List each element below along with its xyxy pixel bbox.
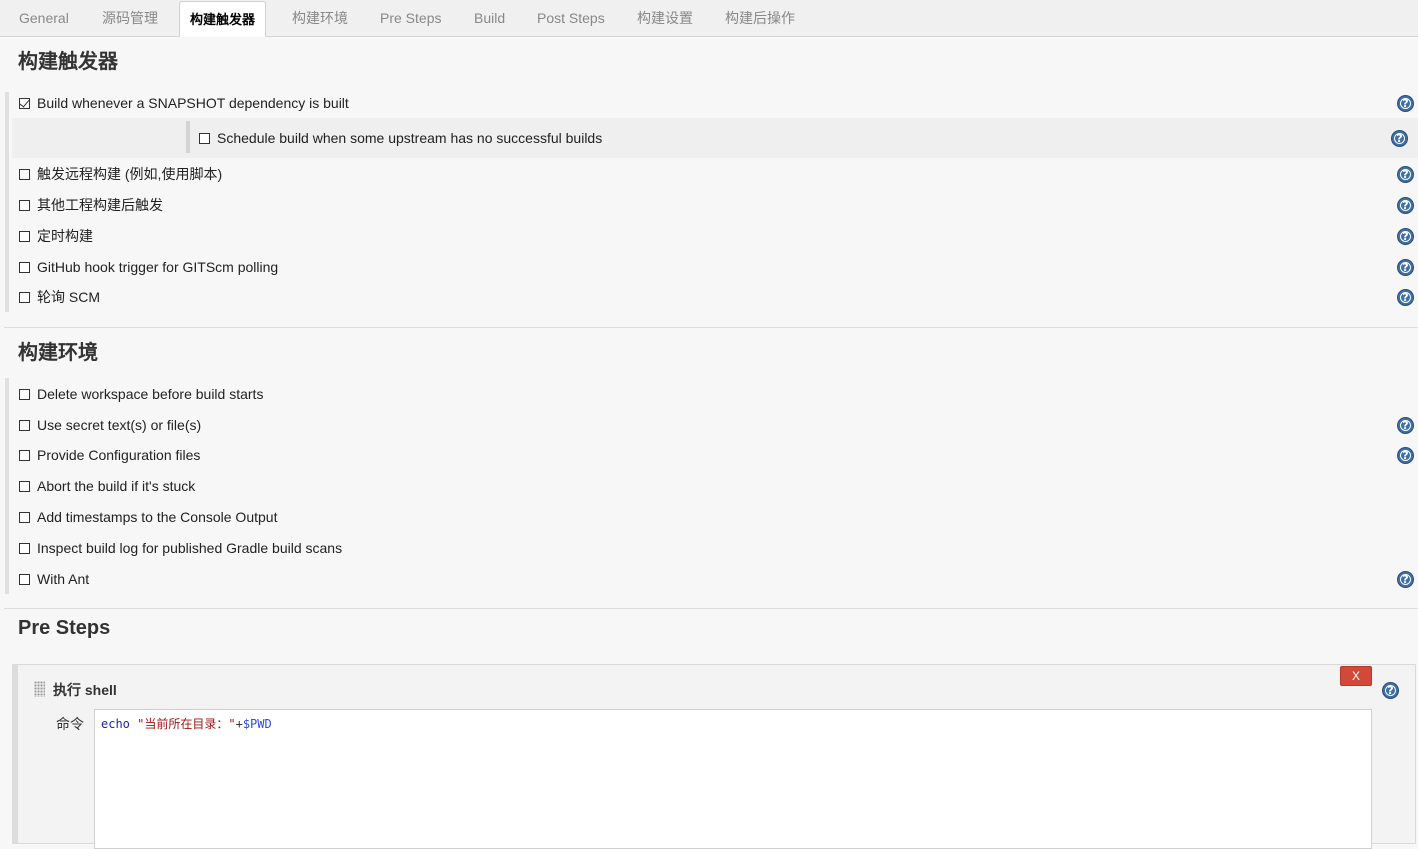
- section-indent-bar: [5, 92, 9, 312]
- trigger-periodic-row: 定时构建: [19, 226, 93, 246]
- help-icon[interactable]: ?: [1397, 166, 1414, 183]
- drag-handle-icon[interactable]: [34, 681, 45, 697]
- command-variable: $PWD: [242, 717, 272, 731]
- env-config-files-row: Provide Configuration files: [19, 445, 200, 465]
- section-divider: [4, 327, 1418, 328]
- help-icon[interactable]: ?: [1382, 682, 1399, 699]
- help-icon[interactable]: ?: [1397, 259, 1414, 276]
- tab-post-build-actions[interactable]: 构建后操作: [725, 0, 795, 37]
- help-icon[interactable]: ?: [1397, 197, 1414, 214]
- config-files-label[interactable]: Provide Configuration files: [37, 447, 200, 463]
- snapshot-checkbox[interactable]: [19, 97, 30, 109]
- tab-build-triggers[interactable]: 构建触发器: [179, 1, 267, 37]
- after-other-checkbox[interactable]: [19, 199, 30, 211]
- upstream-checkbox[interactable]: [199, 132, 210, 144]
- gradle-checkbox[interactable]: [19, 542, 30, 554]
- poll-scm-label[interactable]: 轮询 SCM: [37, 287, 100, 307]
- trigger-after-other-row: 其他工程构建后触发: [19, 195, 163, 215]
- remote-trigger-label[interactable]: 触发远程构建 (例如,使用脚本): [37, 164, 222, 184]
- tab-pre-steps[interactable]: Pre Steps: [380, 0, 441, 37]
- timestamps-label[interactable]: Add timestamps to the Console Output: [37, 509, 277, 525]
- ant-checkbox[interactable]: [19, 573, 30, 585]
- command-label: 命令: [56, 716, 84, 732]
- env-delete-workspace-row: Delete workspace before build starts: [19, 384, 263, 404]
- trigger-snapshot-row: Build whenever a SNAPSHOT dependency is …: [19, 93, 349, 113]
- trigger-github-hook-row: GitHub hook trigger for GITScm polling: [19, 257, 278, 277]
- secret-checkbox[interactable]: [19, 419, 30, 431]
- shell-step-title: 执行 shell: [53, 682, 117, 698]
- help-icon[interactable]: ?: [1397, 228, 1414, 245]
- help-icon[interactable]: ?: [1397, 447, 1414, 464]
- gradle-label[interactable]: Inspect build log for published Gradle b…: [37, 540, 342, 556]
- remote-trigger-checkbox[interactable]: [19, 168, 30, 180]
- upstream-label[interactable]: Schedule build when some upstream has no…: [217, 130, 602, 146]
- help-icon[interactable]: ?: [1397, 95, 1414, 112]
- timestamps-checkbox[interactable]: [19, 511, 30, 523]
- abort-stuck-checkbox[interactable]: [19, 480, 30, 492]
- periodic-label[interactable]: 定时构建: [37, 226, 93, 246]
- trigger-upstream-row: Schedule build when some upstream has no…: [199, 128, 602, 148]
- help-icon[interactable]: ?: [1391, 130, 1408, 147]
- tab-general[interactable]: General: [19, 0, 69, 37]
- github-hook-checkbox[interactable]: [19, 261, 30, 273]
- secret-label[interactable]: Use secret text(s) or file(s): [37, 417, 201, 433]
- periodic-checkbox[interactable]: [19, 230, 30, 242]
- delete-workspace-label[interactable]: Delete workspace before build starts: [37, 386, 263, 402]
- env-timestamps-row: Add timestamps to the Console Output: [19, 507, 277, 527]
- tab-build-settings[interactable]: 构建设置: [637, 0, 693, 37]
- after-other-label[interactable]: 其他工程构建后触发: [37, 195, 163, 215]
- section-title-build-environment: 构建环境: [18, 342, 98, 364]
- github-hook-label[interactable]: GitHub hook trigger for GITScm polling: [37, 259, 278, 275]
- env-gradle-row: Inspect build log for published Gradle b…: [19, 538, 342, 558]
- env-abort-stuck-row: Abort the build if it's stuck: [19, 476, 195, 496]
- env-secret-row: Use secret text(s) or file(s): [19, 415, 201, 435]
- tab-source-management[interactable]: 源码管理: [102, 0, 158, 37]
- help-icon[interactable]: ?: [1397, 289, 1414, 306]
- env-ant-row: With Ant: [19, 569, 89, 589]
- section-title-build-triggers: 构建触发器: [18, 51, 118, 73]
- abort-stuck-label[interactable]: Abort the build if it's stuck: [37, 478, 195, 494]
- command-string: "当前所在目录：": [137, 717, 236, 731]
- poll-scm-checkbox[interactable]: [19, 291, 30, 303]
- tab-build[interactable]: Build: [474, 0, 505, 37]
- section-divider: [4, 608, 1418, 609]
- nested-indent-bar: [186, 121, 190, 153]
- help-icon[interactable]: ?: [1397, 571, 1414, 588]
- ant-label[interactable]: With Ant: [37, 571, 89, 587]
- command-plus: +: [235, 717, 243, 731]
- delete-workspace-checkbox[interactable]: [19, 388, 30, 400]
- help-icon[interactable]: ?: [1397, 417, 1414, 434]
- section-indent-bar: [5, 378, 9, 594]
- delete-step-button[interactable]: X: [1340, 666, 1372, 686]
- trigger-remote-row: 触发远程构建 (例如,使用脚本): [19, 164, 222, 184]
- snapshot-label[interactable]: Build whenever a SNAPSHOT dependency is …: [37, 95, 349, 111]
- config-tab-bar: General 源码管理 构建触发器 构建环境 Pre Steps Build …: [0, 0, 1418, 37]
- command-keyword: echo: [101, 717, 130, 731]
- section-title-pre-steps: Pre Steps: [18, 617, 111, 639]
- config-files-checkbox[interactable]: [19, 449, 30, 461]
- command-textarea[interactable]: echo "当前所在目录："+$PWD: [94, 709, 1372, 849]
- tab-post-steps[interactable]: Post Steps: [537, 0, 605, 37]
- trigger-poll-scm-row: 轮询 SCM: [19, 287, 100, 307]
- tab-build-environment[interactable]: 构建环境: [292, 0, 348, 37]
